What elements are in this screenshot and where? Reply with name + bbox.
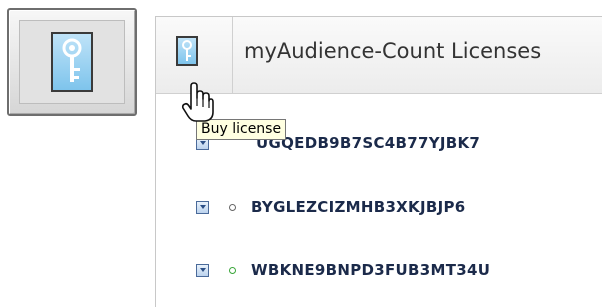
hand-pointer-icon xyxy=(181,80,215,124)
licenses-panel: myAudience-Count Licenses UGQEDB9B7SC4B7… xyxy=(155,16,602,307)
license-code: WBKNE9BNPD3FUB3MT34U xyxy=(251,261,491,279)
license-row[interactable]: BYGLEZCIZMHB3XKJBJP6 xyxy=(156,185,602,235)
status-dot-active xyxy=(229,267,236,274)
license-code: UGQEDB9B7SC4B77YJBK7 xyxy=(256,134,481,152)
status-dot-inactive xyxy=(229,204,236,211)
key-icon xyxy=(51,32,93,92)
key-icon xyxy=(176,36,198,66)
panel-title: myAudience-Count Licenses xyxy=(244,39,542,63)
expand-toggle-icon[interactable] xyxy=(196,201,209,214)
license-code: BYGLEZCIZMHB3XKJBJP6 xyxy=(251,198,466,216)
big-license-button[interactable] xyxy=(7,8,137,116)
expand-toggle-icon[interactable] xyxy=(196,264,209,277)
panel-header: myAudience-Count Licenses xyxy=(156,17,602,94)
